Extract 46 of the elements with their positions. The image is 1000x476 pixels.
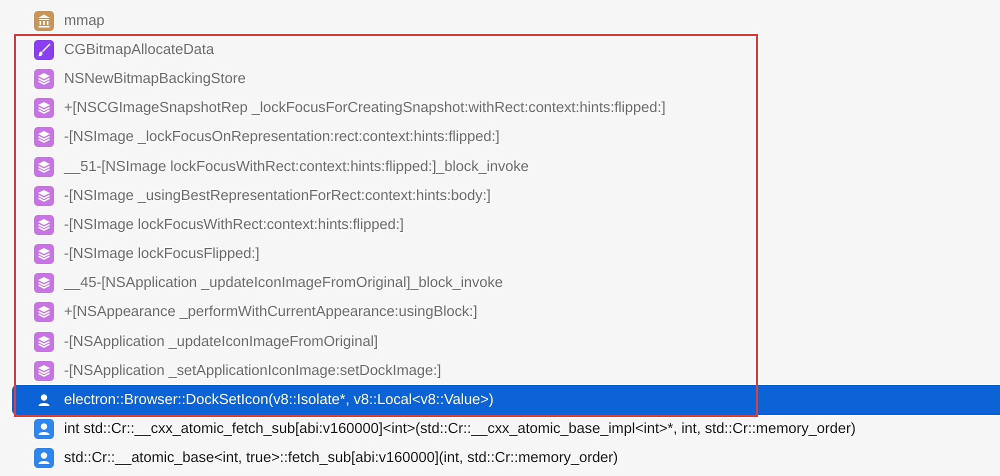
function-name: +[NSAppearance _performWithCurrentAppearance:usingBlock:]	[64, 304, 478, 320]
function-name: -[NSImage _lockFocusOnRepresentation:rect:context:hints:flipped:]	[64, 129, 500, 146]
stack-frame-row[interactable]: -[NSImage lockFocusFlipped:]	[12, 240, 1000, 269]
stack-frame-row[interactable]: int std::Cr::__cxx_atomic_fetch_sub[abi:v160000]<int>(std::Cr::__cxx_atomic_base_impl<int>*, int, std::Cr::memory_order)	[12, 414, 1000, 444]
person-icon	[34, 419, 54, 440]
function-name: NSNewBitmapBackingStore	[64, 70, 246, 87]
function-name: int std::Cr::__cxx_atomic_fetch_sub[abi:v160000]<int>(std::Cr::__cxx_atomic_base_impl<int>*, int, std::Cr::memory_order)	[64, 421, 856, 438]
function-name: CGBitmapAllocateData	[64, 42, 214, 58]
function-name: -[NSImage lockFocusFlipped:]	[64, 246, 260, 262]
stack-frame-row[interactable]: CGBitmapAllocateData	[12, 35, 1000, 64]
stack-frame-row[interactable]: -[NSImage lockFocusWithRect:context:hints:flipped:]	[12, 210, 1000, 240]
brush-icon	[34, 40, 54, 60]
function-name: +[NSCGImageSnapshotRep _lockFocusForCreatingSnapshot:withRect:context:hints:flipped:]	[64, 100, 666, 116]
layers-icon	[34, 360, 54, 381]
function-name: -[NSImage _usingBestRepresentationForRect:context:hints:body:]	[64, 188, 491, 204]
function-name: -[NSApplication _setApplicationIconImage:setDockImage:]	[64, 362, 442, 379]
person-icon	[34, 448, 54, 468]
stack-frame-row[interactable]: std::Cr::__atomic_base<int, true>::fetch_sub[abi:v160000](int, std::Cr::memory_order)	[12, 444, 1000, 473]
stack-frame-row[interactable]: -[NSApplication _updateIconImageFromOriginal]	[12, 327, 1000, 356]
layers-icon	[34, 273, 54, 294]
layers-icon	[34, 332, 54, 352]
layers-icon	[34, 98, 54, 118]
layers-icon	[34, 186, 54, 206]
stack-frame-row[interactable]: __51-[NSImage lockFocusWithRect:context:hints:flipped:]_block_invoke	[12, 152, 1000, 182]
stack-frame-row[interactable]: +[NSAppearance _performWithCurrentAppearance:usingBlock:]	[12, 298, 1000, 328]
stack-frame-row[interactable]: -[NSImage _lockFocusOnRepresentation:rect:context:hints:flipped:]	[12, 122, 1000, 152]
function-name: -[NSApplication _updateIconImageFromOriginal]	[64, 334, 378, 350]
layers-icon	[34, 156, 54, 177]
function-name: mmap	[64, 12, 105, 29]
stack-frame-row[interactable]: mmap	[12, 6, 1000, 36]
layers-icon	[34, 214, 54, 235]
function-name: electron::Browser::DockSetIcon(v8::Isolate*, v8::Local<v8::Value>)	[64, 392, 494, 408]
function-name: __45-[NSApplication _updateIconImageFromOriginal]_block_invoke	[64, 275, 503, 292]
stack-frame-row[interactable]: -[NSImage _usingBestRepresentationForRect:context:hints:body:]	[12, 181, 1000, 210]
function-name: __51-[NSImage lockFocusWithRect:context:hints:flipped:]_block_invoke	[64, 158, 529, 175]
stack-frame-row[interactable]: NSNewBitmapBackingStore	[12, 64, 1000, 94]
function-name: std::Cr::__atomic_base<int, true>::fetch_sub[abi:v160000](int, std::Cr::memory_order)	[64, 450, 618, 466]
layers-icon	[34, 68, 54, 89]
stack-frame-row[interactable]: __45-[NSApplication _updateIconImageFromOriginal]_block_invoke	[12, 268, 1000, 298]
stack-frame-row[interactable]: electron::Browser::DockSetIcon(v8::Isolate*, v8::Local<v8::Value>)	[12, 385, 1000, 415]
stack-frame-row[interactable]: +[NSCGImageSnapshotRep _lockFocusForCreatingSnapshot:withRect:context:hints:flipped:]	[12, 94, 1000, 123]
layers-icon	[34, 127, 54, 148]
function-name: -[NSImage lockFocusWithRect:context:hints:flipped:]	[64, 216, 404, 233]
layers-icon	[34, 302, 54, 322]
layers-icon	[34, 244, 54, 264]
building-icon	[34, 10, 54, 31]
